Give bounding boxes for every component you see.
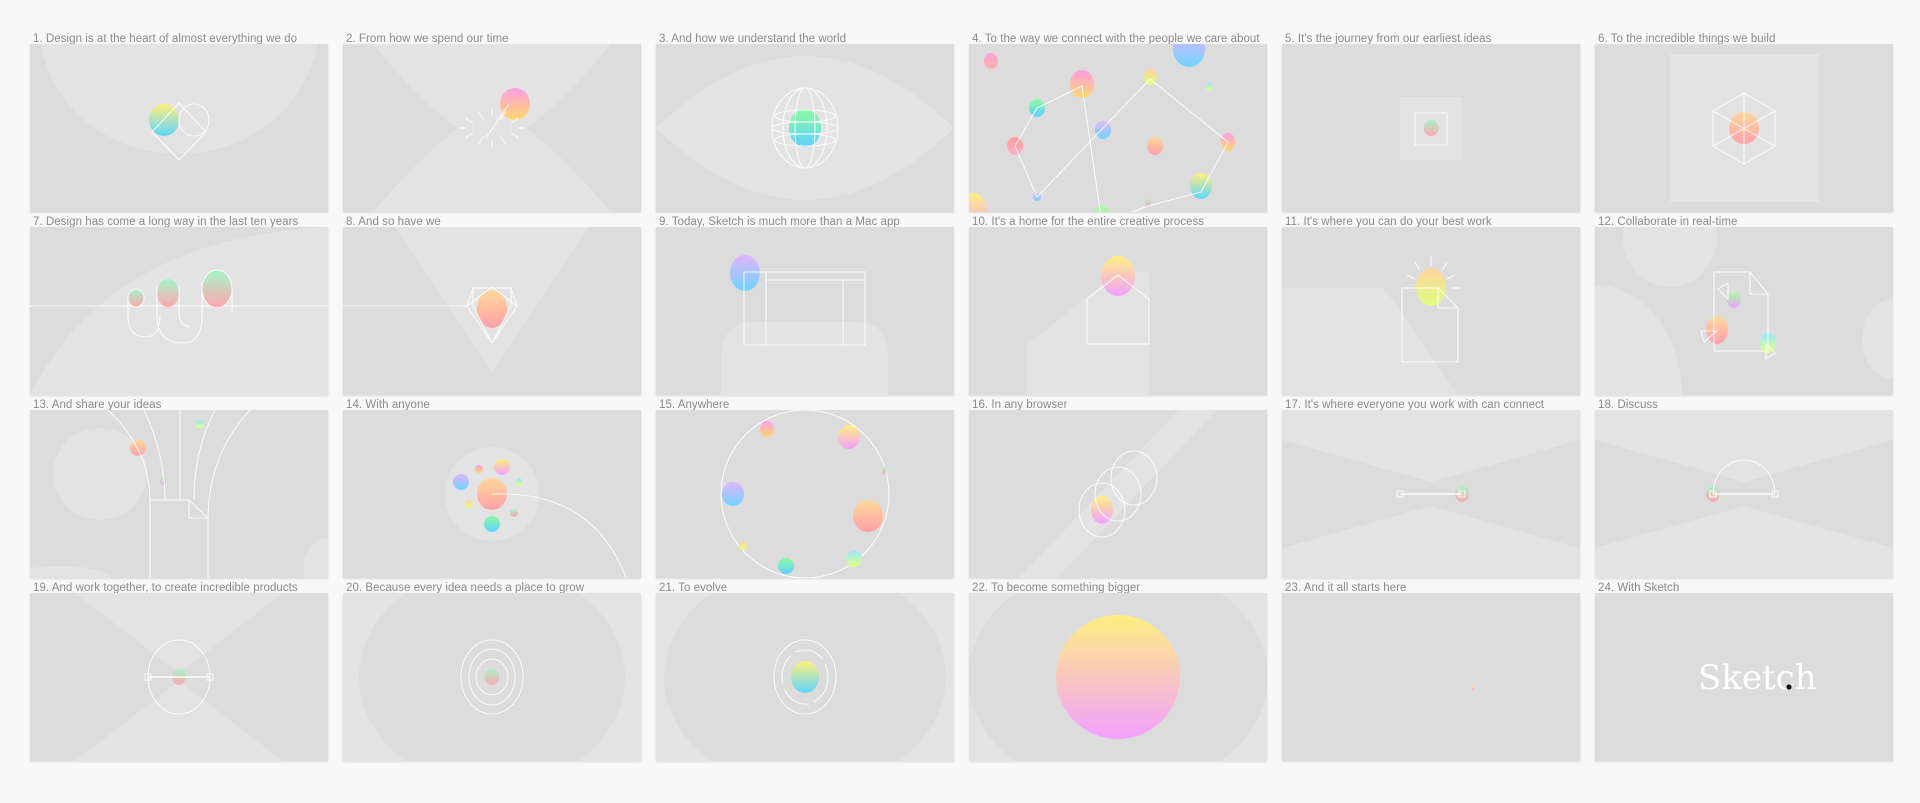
hourglass-illustration (373, 44, 611, 212)
slide-thumbnail[interactable] (343, 227, 641, 395)
connect-illustration (1282, 410, 1580, 578)
slide-thumbnail[interactable] (343, 44, 641, 212)
discuss-illustration (1595, 410, 1893, 578)
slide-thumbnail[interactable] (1282, 44, 1580, 212)
diamond-illustration (343, 227, 589, 372)
evolve-illustration (656, 593, 954, 761)
slide-thumbnail[interactable] (656, 593, 954, 761)
slide-thumbnail[interactable] (969, 593, 1267, 761)
slide-thumbnail[interactable] (969, 227, 1267, 395)
slide-thumbnail[interactable] (1282, 410, 1580, 578)
cube-illustration (1670, 54, 1819, 202)
slide-thumbnail[interactable] (30, 44, 328, 212)
share-ideas-illustration (30, 410, 328, 578)
globe-illustration (656, 56, 954, 200)
logo-dot (1786, 684, 1792, 690)
team-illustration (75, 593, 283, 761)
slide-thumbnail[interactable] (343, 593, 641, 761)
sketch-logo: Sketch (1698, 658, 1817, 698)
slide-thumbnail[interactable] (30, 410, 328, 578)
slide-thumbnail[interactable] (1282, 227, 1580, 395)
document-idea-illustration (1282, 256, 1460, 395)
house-illustration (1027, 256, 1150, 395)
slide-thumbnail[interactable] (656, 410, 954, 578)
slide-thumbnail[interactable] (656, 44, 954, 212)
slide-thumbnail[interactable] (30, 593, 328, 761)
growth-rings-illustration (343, 593, 641, 761)
orbit-illustration (720, 410, 890, 578)
slide-thumbnail[interactable] (1595, 227, 1893, 395)
slide-thumbnail[interactable] (969, 44, 1267, 212)
ideas-cluster-illustration (445, 447, 627, 578)
slide-thumbnail[interactable]: Sketch (1595, 593, 1893, 761)
heart-illustration (40, 44, 318, 161)
app-window-illustration (721, 255, 888, 395)
slide-thumbnail[interactable] (343, 410, 641, 578)
network-illustration (969, 44, 1235, 212)
timeline-illustration (30, 227, 328, 395)
slide-thumbnail[interactable] (1282, 593, 1580, 761)
sketch-wordmark: Sketch (1698, 658, 1817, 698)
browser-rings-illustration (1019, 410, 1217, 578)
slide-thumbnail[interactable] (1595, 44, 1893, 212)
slide-thumbnail[interactable] (969, 410, 1267, 578)
slide-thumbnail[interactable] (1595, 410, 1893, 578)
starting-point-illustration (1471, 685, 1475, 691)
slide-thumbnail[interactable] (656, 227, 954, 395)
nested-squares-illustration (1400, 97, 1462, 160)
collaboration-illustration (1595, 227, 1893, 395)
slide-thumbnail[interactable] (30, 227, 328, 395)
big-idea-illustration (969, 593, 1267, 761)
